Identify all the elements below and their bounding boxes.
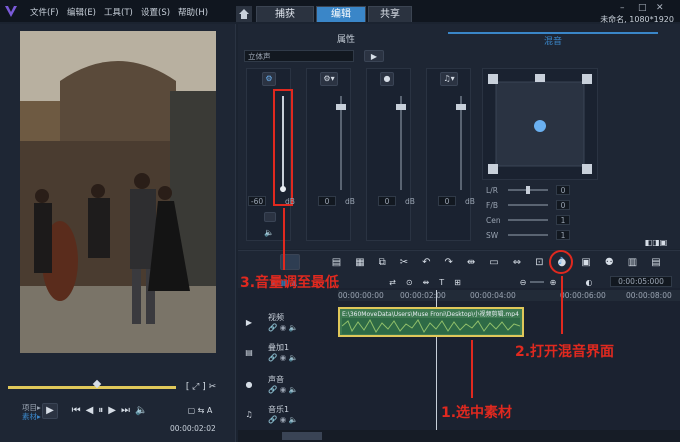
- minimize-icon[interactable]: –: [620, 3, 625, 13]
- ruler-tick-0: 00:00:00:00: [338, 291, 384, 300]
- annotation-arrow-1: [471, 340, 473, 398]
- timeline-scroll-thumb[interactable]: [282, 432, 322, 440]
- preview-frame-image: [20, 31, 216, 353]
- video-track-type-icon: ▶: [245, 318, 253, 327]
- music-channel: [426, 68, 471, 241]
- tab-properties[interactable]: 属性: [244, 32, 448, 45]
- overlay-channel: [306, 68, 351, 241]
- track-overlay-label: 叠加1: [268, 343, 290, 352]
- fb-slider[interactable]: [508, 204, 548, 206]
- lr-value[interactable]: 0: [556, 185, 570, 195]
- annotation-step2: 2.打开混音界面: [515, 344, 615, 360]
- tab-edit[interactable]: 编辑: [316, 6, 366, 22]
- maximize-icon[interactable]: □: [638, 3, 647, 13]
- music-track-controls[interactable]: 🔗 ◉ 🔈: [268, 415, 298, 424]
- voice-volume-track[interactable]: [400, 96, 402, 190]
- sw-value[interactable]: 1: [556, 230, 570, 240]
- ruler-tick-4: 00:00:08:00: [626, 291, 672, 300]
- ruler-tick-2: 00:00:04:00: [470, 291, 516, 300]
- sound-mixer-icon[interactable]: ♪: [554, 255, 568, 269]
- ruler-tick-3: 00:00:06:00: [560, 291, 606, 300]
- app-logo-icon: [5, 6, 17, 17]
- fb-value[interactable]: 0: [556, 200, 570, 210]
- player-timecode: 00:00:02:02: [170, 424, 216, 433]
- annotation-arrow-2: [561, 276, 563, 334]
- menu-help[interactable]: 帮助(H): [178, 6, 208, 18]
- extra-tools[interactable]: ▣⚉▥▤: [580, 256, 676, 270]
- surround-field[interactable]: [484, 70, 596, 178]
- channel-option-button[interactable]: [264, 212, 276, 222]
- voice-track-controls[interactable]: 🔗 ◉ 🔈: [268, 385, 298, 394]
- lr-slider-knob[interactable]: [526, 186, 530, 194]
- cen-label: Cen: [486, 216, 501, 225]
- music-volume-knob[interactable]: [456, 104, 466, 110]
- menu-edit[interactable]: 编辑(E): [67, 6, 96, 18]
- clip-waveform: [342, 318, 520, 334]
- cen-slider[interactable]: [508, 219, 548, 221]
- lr-label: L/R: [486, 186, 498, 195]
- overlay-db-unit: dB: [345, 197, 355, 206]
- overlay-track-icon[interactable]: ⚙▾: [320, 72, 338, 86]
- video-track-icon[interactable]: ⚙: [262, 72, 276, 86]
- music-track-type-icon: ♫: [245, 410, 253, 419]
- music-volume-track[interactable]: [460, 96, 462, 190]
- ruler-tick-1: 00:00:02:00: [400, 291, 446, 300]
- annotation-step3: 3.音量调至最低: [240, 275, 340, 291]
- volume-highlight-box: [273, 89, 293, 206]
- zoom-slider[interactable]: [530, 281, 544, 283]
- panel-corner-icons[interactable]: ◧◨▣: [636, 236, 676, 250]
- overlay-track-type-icon: ▤: [245, 348, 253, 357]
- timeline-timecode[interactable]: 0:00:05:000: [610, 276, 672, 287]
- volume-db-value[interactable]: -60: [248, 196, 266, 206]
- menu-tools[interactable]: 工具(T): [104, 6, 133, 18]
- clip-filename: E:\360MoveData\Users\Muse Froni\Desktop\…: [342, 311, 519, 317]
- menu-settings[interactable]: 设置(S): [141, 6, 170, 18]
- sw-slider[interactable]: [508, 234, 548, 236]
- track-video-label: 视频: [268, 313, 284, 322]
- voice-channel: [366, 68, 411, 241]
- close-icon[interactable]: ✕: [656, 3, 664, 13]
- voice-volume-knob[interactable]: [396, 104, 406, 110]
- playback-progress[interactable]: [8, 386, 176, 389]
- output-controls[interactable]: ▢ ⇆ A: [170, 404, 230, 418]
- annotation-arrow-3: [283, 208, 285, 270]
- mode-clip[interactable]: 素材▸: [22, 411, 41, 422]
- voice-db-unit: dB: [405, 197, 415, 206]
- overlay-volume-track[interactable]: [340, 96, 342, 190]
- transport-controls[interactable]: ⏮◀⏸▶⏭🔈: [62, 404, 162, 418]
- video-preview: [20, 31, 216, 353]
- voice-track-type-icon: ●: [245, 380, 253, 389]
- voice-track-icon[interactable]: ●: [380, 72, 394, 86]
- overlay-volume-knob[interactable]: [336, 104, 346, 110]
- channel-mode-select[interactable]: 立体声: [244, 50, 354, 62]
- tab-mixer[interactable]: 混音: [448, 32, 658, 47]
- annotation-step1: 1.选中素材: [441, 405, 513, 421]
- music-track-icon[interactable]: ♫▾: [440, 72, 458, 86]
- speaker-icon[interactable]: 🔈: [262, 226, 276, 240]
- track-voice-label: 声音: [268, 375, 284, 384]
- play-button[interactable]: ▶: [42, 403, 58, 419]
- sw-label: SW: [486, 231, 499, 240]
- db-unit-label: dB: [285, 197, 295, 206]
- music-db-value[interactable]: 0: [438, 196, 456, 206]
- fb-label: F/B: [486, 201, 498, 210]
- home-icon[interactable]: [236, 6, 252, 22]
- mixer-play-button[interactable]: ▶: [364, 50, 384, 62]
- voice-db-value[interactable]: 0: [378, 196, 396, 206]
- overlay-db-value[interactable]: 0: [318, 196, 336, 206]
- music-db-unit: dB: [465, 197, 475, 206]
- cen-value[interactable]: 1: [556, 215, 570, 225]
- overlay-track-controls[interactable]: 🔗 ◉ 🔈: [268, 353, 298, 362]
- video-track-controls[interactable]: 🔗 ◉ 🔈: [268, 323, 298, 332]
- trim-icons[interactable]: [ ⤢ ] ✂: [176, 380, 226, 394]
- tab-capture[interactable]: 捕获: [256, 6, 314, 22]
- tab-share[interactable]: 共享: [368, 6, 412, 22]
- track-music-label: 音乐1: [268, 405, 290, 414]
- menu-file[interactable]: 文件(F): [30, 6, 59, 18]
